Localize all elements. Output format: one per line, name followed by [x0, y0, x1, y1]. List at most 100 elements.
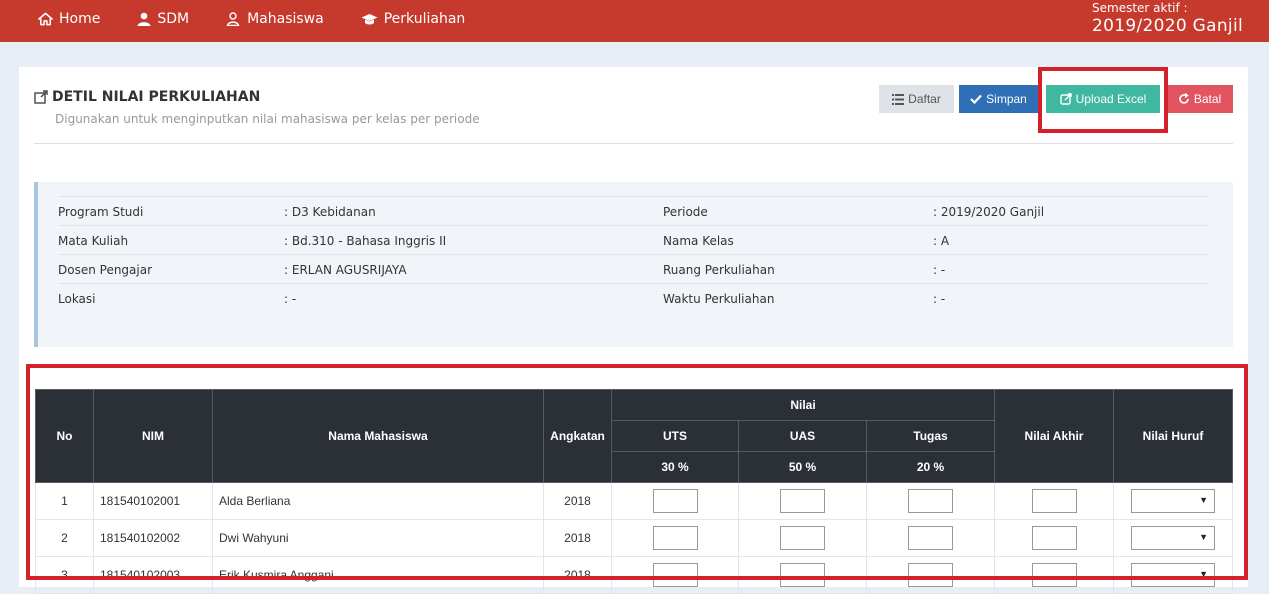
info-value: : 2019/2020 Ganjil — [933, 205, 1045, 219]
info-label: Program Studi — [58, 205, 144, 219]
nav-item-sdm[interactable]: SDM — [137, 11, 189, 27]
batal-label: Batal — [1193, 92, 1222, 106]
nav-home-label: Home — [59, 11, 101, 27]
nilai-akhir-input[interactable] — [1031, 489, 1077, 513]
cell-nilai-akhir — [994, 556, 1114, 594]
caret-down-icon: ▼ — [1199, 569, 1208, 579]
info-value: : - — [933, 263, 946, 277]
nav-item-perkuliahan[interactable]: Perkuliahan — [361, 11, 465, 27]
uts-input[interactable] — [652, 489, 698, 513]
cell-angkatan: 2018 — [543, 482, 612, 520]
cell-nilai-huruf: ▼ — [1113, 556, 1233, 594]
info-value: : Bd.310 - Bahasa Inggris II — [284, 234, 447, 248]
cell-uas — [738, 519, 867, 557]
info-value: : A — [933, 234, 950, 248]
header-uas-weight: 50 % — [738, 451, 867, 483]
simpan-label: Simpan — [986, 92, 1027, 106]
cell-tugas — [866, 519, 995, 557]
header-nilai-akhir: Nilai Akhir — [994, 389, 1114, 483]
info-value: : D3 Kebidanan — [284, 205, 376, 219]
uas-input[interactable] — [780, 563, 825, 587]
header-divider — [34, 143, 1233, 144]
cell-no: 3 — [35, 556, 94, 594]
cell-nim: 181540102001 — [93, 482, 213, 520]
table-row: 1 181540102001 Alda Berliana 2018 ▼ — [35, 482, 1233, 520]
cell-tugas — [866, 482, 995, 520]
cell-nilai-huruf: ▼ — [1113, 519, 1233, 557]
list-icon — [892, 93, 905, 105]
grades-table: No NIM Nama Mahasiswa Angkatan Nilai Nil… — [35, 389, 1233, 594]
cell-uts — [611, 519, 739, 557]
nilai-huruf-select[interactable]: ▼ — [1131, 563, 1215, 587]
cell-no: 2 — [35, 519, 94, 557]
info-label: Mata Kuliah — [58, 234, 129, 248]
caret-down-icon: ▼ — [1199, 495, 1208, 505]
upload-highlight-box — [1038, 67, 1168, 133]
semester-value: 2019/2020 Ganjil — [1092, 16, 1243, 36]
users-icon — [226, 12, 240, 26]
header-no: No — [35, 389, 94, 483]
simpan-button[interactable]: Simpan — [959, 85, 1038, 113]
info-row: Program Studi : D3 Kebidanan Periode : 2… — [58, 196, 1208, 225]
cell-angkatan: 2018 — [543, 556, 612, 594]
nav-item-mahasiswa[interactable]: Mahasiswa — [226, 11, 324, 27]
info-label: Lokasi — [58, 292, 96, 306]
tugas-input[interactable] — [908, 563, 953, 587]
info-label: Nama Kelas — [663, 234, 734, 248]
cell-uts — [611, 482, 739, 520]
info-row: Lokasi : - Waktu Perkuliahan : - — [58, 283, 1208, 312]
nilai-akhir-input[interactable] — [1031, 563, 1077, 587]
external-link-icon — [34, 90, 48, 104]
batal-button[interactable]: Batal — [1166, 85, 1233, 113]
uts-input[interactable] — [652, 526, 698, 550]
nav-menu: Home SDM Mahasiswa Perkuliahan — [38, 0, 502, 38]
info-value: : ERLAN AGUSRIJAYA — [284, 263, 407, 277]
header-uas: UAS — [738, 420, 867, 452]
header-tugas-weight: 20 % — [866, 451, 995, 483]
nilai-huruf-select[interactable]: ▼ — [1131, 526, 1215, 550]
user-icon — [137, 12, 151, 26]
active-semester: Semester aktif : 2019/2020 Ganjil — [1092, 1, 1243, 36]
info-value: : - — [933, 292, 946, 306]
nav-sdm-label: SDM — [157, 11, 190, 27]
daftar-label: Daftar — [908, 92, 941, 106]
cell-tugas — [866, 556, 995, 594]
header-nilai: Nilai — [611, 389, 995, 421]
table-row: 3 181540102003 Erik Kusmira Anggani 2018… — [35, 556, 1233, 594]
nilai-akhir-input[interactable] — [1031, 526, 1077, 550]
table-row: 2 181540102002 Dwi Wahyuni 2018 ▼ — [35, 519, 1233, 557]
info-value: : - — [284, 292, 297, 306]
daftar-button[interactable]: Daftar — [879, 85, 954, 113]
info-label: Waktu Perkuliahan — [663, 292, 775, 306]
cell-uas — [738, 556, 867, 594]
header-uts-weight: 30 % — [611, 451, 739, 483]
cell-angkatan: 2018 — [543, 519, 612, 557]
course-info-grid: Program Studi : D3 Kebidanan Periode : 2… — [58, 196, 1208, 312]
cell-uts — [611, 556, 739, 594]
cell-nama: Erik Kusmira Anggani — [212, 556, 544, 594]
info-row: Dosen Pengajar : ERLAN AGUSRIJAYA Ruang … — [58, 254, 1208, 283]
course-info-box: Program Studi : D3 Kebidanan Periode : 2… — [34, 182, 1233, 347]
cell-nilai-huruf: ▼ — [1113, 482, 1233, 520]
tugas-input[interactable] — [908, 526, 953, 550]
cell-nilai-akhir — [994, 482, 1114, 520]
top-navbar: Home SDM Mahasiswa Perkuliahan Semester … — [0, 0, 1269, 42]
cell-nama: Dwi Wahyuni — [212, 519, 544, 557]
nilai-huruf-select[interactable]: ▼ — [1131, 489, 1215, 513]
uts-input[interactable] — [652, 563, 698, 587]
tugas-input[interactable] — [908, 489, 953, 513]
header-angkatan: Angkatan — [543, 389, 612, 483]
info-label: Ruang Perkuliahan — [663, 263, 775, 277]
cell-nim: 181540102002 — [93, 519, 213, 557]
info-label: Periode — [663, 205, 708, 219]
graduation-cap-icon — [361, 13, 378, 24]
cell-nilai-akhir — [994, 519, 1114, 557]
nav-item-home[interactable]: Home — [38, 11, 100, 27]
nav-mahasiswa-label: Mahasiswa — [247, 11, 324, 27]
cell-uas — [738, 482, 867, 520]
page-title: DETIL NILAI PERKULIAHAN — [52, 89, 261, 105]
uas-input[interactable] — [780, 489, 825, 513]
uas-input[interactable] — [780, 526, 825, 550]
header-nama: Nama Mahasiswa — [212, 389, 544, 483]
caret-down-icon: ▼ — [1199, 532, 1208, 542]
